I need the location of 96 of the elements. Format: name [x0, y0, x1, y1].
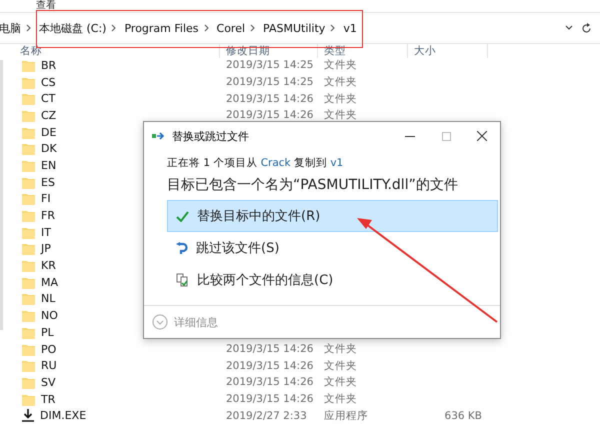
- dialog-heading: 目标已包含一个名为“PASMUTILITY.dll”的文件: [167, 176, 459, 194]
- type-cell-text: 文件夹: [323, 392, 358, 406]
- breadcrumb-item[interactable]: Program Files: [124, 22, 199, 34]
- date-cell-text: 2019/3/15 14:26: [225, 392, 314, 406]
- file-name[interactable]: DK: [41, 142, 57, 156]
- date-cell-text: 2019/3/15 14:26: [225, 375, 314, 390]
- date-cell-text: 2019/3/15 14:26: [225, 92, 314, 106]
- file-name[interactable]: PO: [41, 342, 56, 356]
- folder-icon: [22, 209, 35, 222]
- curved-arrow-icon: [176, 242, 188, 254]
- folder-icon: [22, 392, 35, 406]
- chevron-right-icon: [26, 24, 31, 32]
- folder-icon: [22, 376, 35, 389]
- date-cell-text: 2019/3/15 14:26: [225, 108, 314, 122]
- folder-icon: [22, 326, 35, 339]
- download-icon: [22, 409, 34, 422]
- file-name[interactable]: NO: [41, 309, 58, 322]
- file-name[interactable]: TR: [41, 392, 56, 406]
- breadcrumb-item[interactable]: v1: [343, 22, 357, 34]
- file-name[interactable]: FR: [41, 209, 55, 222]
- details-toggle[interactable]: 详细信息: [152, 314, 218, 330]
- dialog-title: 替换或跳过文件: [172, 128, 249, 144]
- breadcrumb-item[interactable]: Corel: [216, 22, 246, 34]
- file-name[interactable]: SV: [41, 376, 56, 389]
- refresh-icon[interactable]: [581, 22, 592, 34]
- source-link[interactable]: Crack: [260, 157, 291, 169]
- option-button[interactable]: 替换目标中的文件(R): [167, 200, 498, 232]
- file-name[interactable]: CZ: [41, 108, 56, 122]
- copy-arrow-icon: [152, 132, 166, 140]
- file-name[interactable]: CT: [41, 92, 56, 106]
- folder-icon: [22, 108, 35, 122]
- folder-icon: [22, 92, 35, 106]
- checkmark-icon: [176, 210, 189, 222]
- date-cell-text: 2019/3/15 14:26: [225, 342, 314, 356]
- folder-icon: [22, 276, 35, 289]
- chevron-right-icon: [250, 24, 256, 32]
- chevron-right-icon: [111, 24, 116, 32]
- file-name[interactable]: RU: [41, 359, 57, 372]
- dropdown-icon[interactable]: [565, 25, 573, 31]
- copy-status-text: 正在将 1 个项目从 Crack 复制到 v1: [167, 156, 344, 170]
- column-header[interactable]: 大小: [408, 44, 488, 58]
- breadcrumb-item[interactable]: 本地磁盘 (C:): [39, 20, 106, 36]
- type-cell-text: 应用程序: [323, 408, 369, 423]
- date-cell-text: 2019/3/15 14:25: [225, 58, 314, 72]
- close-icon: [477, 131, 487, 141]
- folder-icon: [22, 192, 35, 206]
- type-cell-text: 文件夹: [323, 358, 358, 373]
- folder-icon: [22, 176, 35, 189]
- file-name[interactable]: KR: [41, 259, 56, 272]
- folder-icon: [22, 359, 35, 372]
- documents-icon: [176, 273, 189, 287]
- folder-icon: [22, 158, 35, 172]
- date-cell-text: 2019/2/27 2:33: [225, 408, 308, 423]
- scrollbar[interactable]: [0, 60, 3, 330]
- type-cell-text: 文件夹: [323, 92, 358, 106]
- folder-icon: [22, 292, 35, 306]
- address-bar[interactable]: 电脑 本地磁盘 (C:) Program Files Corel PASMUtility v1: [0, 12, 600, 44]
- type-cell-text: 文件夹: [323, 342, 358, 356]
- file-name[interactable]: MA: [41, 276, 58, 289]
- file-name[interactable]: JP: [41, 242, 51, 256]
- file-name[interactable]: ES: [41, 176, 55, 189]
- target-link[interactable]: v1: [330, 157, 344, 169]
- folder-icon: [22, 142, 35, 156]
- file-name[interactable]: NL: [41, 292, 56, 306]
- folder-icon: [22, 126, 35, 139]
- chevron-right-icon: [330, 24, 336, 32]
- date-cell-text: 2019/3/15 14:25: [225, 75, 314, 90]
- folder-icon: [22, 76, 35, 89]
- breadcrumb-item[interactable]: PASMUtility: [263, 22, 326, 34]
- chevron-circle-icon: [152, 314, 168, 330]
- file-name[interactable]: IT: [41, 226, 51, 239]
- type-cell-text: 文件夹: [323, 58, 358, 72]
- file-name[interactable]: PL: [41, 326, 54, 339]
- folder-icon: [22, 259, 35, 272]
- file-name[interactable]: BR: [41, 58, 56, 72]
- folder-icon: [22, 342, 35, 356]
- folder-icon: [22, 242, 35, 256]
- file-name[interactable]: EN: [41, 158, 56, 172]
- chevron-right-icon: [204, 24, 209, 32]
- folder-icon: [22, 58, 35, 72]
- folder-icon: [22, 226, 35, 239]
- ribbon-tab[interactable]: 查看: [36, 0, 56, 11]
- file-name[interactable]: DIM.EXE: [40, 409, 86, 422]
- size-cell-text: 636 KB: [444, 408, 483, 423]
- file-name[interactable]: FI: [41, 192, 51, 206]
- file-name[interactable]: CS: [41, 76, 56, 89]
- maximize-icon: [442, 132, 450, 140]
- date-cell-text: 2019/3/15 14:26: [225, 358, 314, 373]
- type-cell-text: 文件夹: [323, 375, 358, 390]
- file-name[interactable]: DE: [41, 126, 56, 139]
- folder-icon: [22, 309, 35, 322]
- type-cell-text: 文件夹: [323, 75, 358, 90]
- option-button[interactable]: 跳过该文件(S): [167, 232, 498, 264]
- type-cell-text: 文件夹: [323, 108, 358, 122]
- option-button[interactable]: 比较两个文件的信息(C): [167, 264, 498, 296]
- breadcrumb-item[interactable]: 电脑: [0, 20, 21, 36]
